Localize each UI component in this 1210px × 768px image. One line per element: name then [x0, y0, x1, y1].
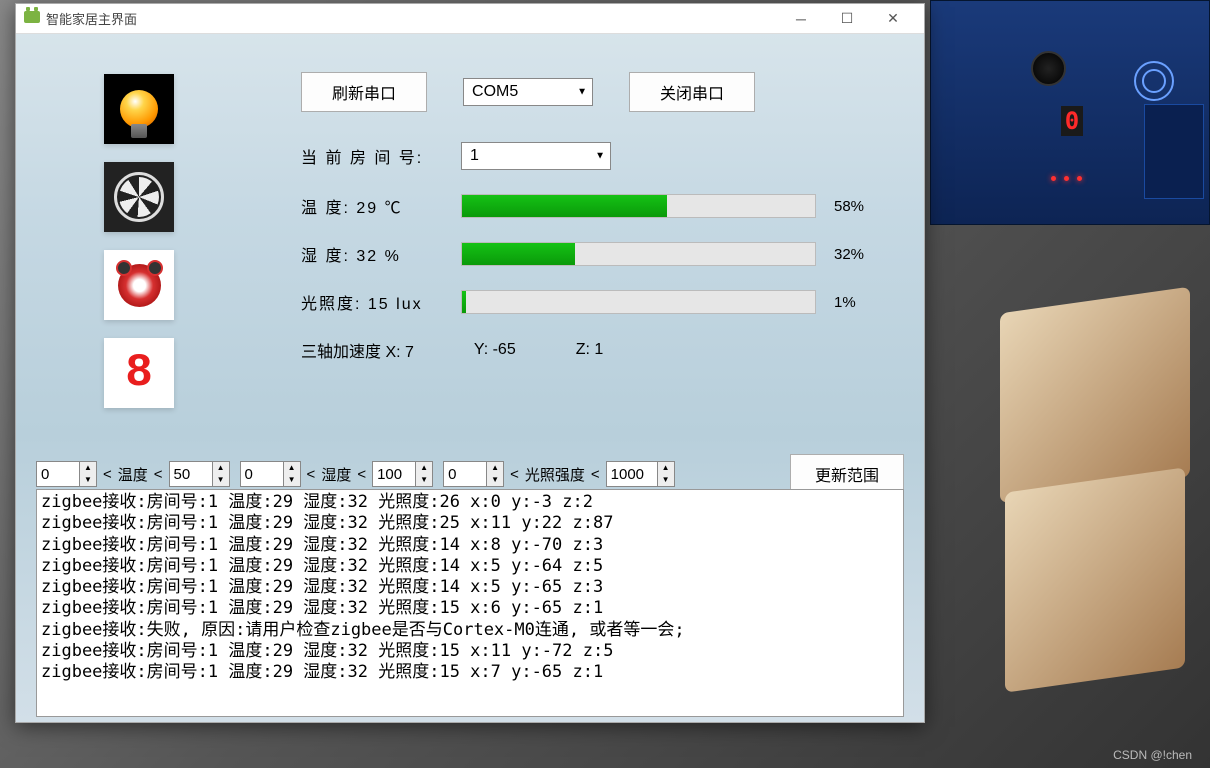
watermark: CSDN @!chen	[1113, 748, 1192, 762]
hum-range-label: 湿度	[321, 464, 351, 485]
temp-max-spinner[interactable]: ▲▼	[169, 461, 230, 487]
pcb-7seg-display: 0	[1061, 106, 1083, 136]
main-window: 智能家居主界面 ─ ☐ ✕ 8 刷新串口 COM5 ▼ 关闭串口 当 前 房	[15, 3, 925, 723]
spin-up-icon[interactable]: ▲	[80, 462, 96, 474]
pcb-nfc-icon	[1134, 61, 1174, 101]
window-title: 智能家居主界面	[46, 9, 778, 28]
close-button[interactable]: ✕	[870, 4, 916, 34]
accel-z-label: Z: 1	[576, 341, 604, 359]
lux-max-spinner[interactable]: ▲▼	[606, 461, 675, 487]
spin-down-icon[interactable]: ▼	[487, 474, 503, 486]
pcb-speaker-icon	[1031, 51, 1066, 86]
temp-range-label: 温度	[118, 464, 148, 485]
minimize-button[interactable]: ─	[778, 4, 824, 34]
digit-icon: 8	[125, 347, 153, 399]
lux-min-spinner[interactable]: ▲▼	[443, 461, 504, 487]
temperature-progress	[461, 194, 816, 218]
humidity-label: 湿 度: 32 %	[301, 242, 461, 266]
close-port-button[interactable]: 关闭串口	[629, 72, 755, 112]
lux-range-label: 光照强度	[525, 464, 585, 485]
spin-down-icon[interactable]: ▼	[284, 474, 300, 486]
light-device-button[interactable]	[104, 74, 174, 144]
app-icon	[24, 11, 40, 27]
spin-down-icon[interactable]: ▼	[416, 474, 432, 486]
spin-up-icon[interactable]: ▲	[487, 462, 503, 474]
lux-progress	[461, 290, 816, 314]
fan-device-button[interactable]	[104, 162, 174, 232]
room-select[interactable]: 1	[461, 142, 611, 170]
camera-feed-pcb: 0	[930, 0, 1210, 225]
pcb-module	[1144, 104, 1204, 199]
digit-device-button[interactable]: 8	[104, 338, 174, 408]
alarm-device-button[interactable]	[104, 250, 174, 320]
hum-max-spinner[interactable]: ▲▼	[372, 461, 433, 487]
accel-y-label: Y: -65	[474, 341, 516, 359]
pcb-status-leds	[1051, 176, 1082, 181]
port-select[interactable]: COM5	[463, 78, 593, 106]
range-controls: ▲▼ < 温度 < ▲▼ ▲▼ < 湿度 < ▲▼ ▲▼ < 光照强度 < ▲▼…	[36, 454, 904, 494]
update-range-button[interactable]: 更新范围	[790, 454, 904, 494]
spin-up-icon[interactable]: ▲	[416, 462, 432, 474]
temperature-percent: 58%	[834, 198, 864, 215]
fan-icon	[114, 172, 164, 222]
spin-down-icon[interactable]: ▼	[658, 474, 674, 486]
refresh-port-button[interactable]: 刷新串口	[301, 72, 427, 112]
spin-up-icon[interactable]: ▲	[213, 462, 229, 474]
humidity-progress	[461, 242, 816, 266]
hum-min-spinner[interactable]: ▲▼	[240, 461, 301, 487]
spin-down-icon[interactable]: ▼	[213, 474, 229, 486]
temp-min-spinner[interactable]: ▲▼	[36, 461, 97, 487]
spin-up-icon[interactable]: ▲	[284, 462, 300, 474]
alarm-icon	[112, 258, 167, 313]
lux-label: 光照度: 15 lux	[301, 290, 461, 314]
titlebar[interactable]: 智能家居主界面 ─ ☐ ✕	[16, 4, 924, 34]
log-output[interactable]: zigbee接收:房间号:1 温度:29 湿度:32 光照度:26 x:0 y:…	[36, 489, 904, 717]
lux-percent: 1%	[834, 294, 856, 311]
maximize-button[interactable]: ☐	[824, 4, 870, 34]
accel-x-label: 三轴加速度 X: 7	[301, 338, 414, 362]
room-label: 当 前 房 间 号:	[301, 144, 461, 168]
temperature-label: 温 度: 29 ℃	[301, 194, 461, 218]
spin-up-icon[interactable]: ▲	[658, 462, 674, 474]
bulb-icon	[120, 90, 158, 128]
humidity-percent: 32%	[834, 246, 864, 263]
spin-down-icon[interactable]: ▼	[80, 474, 96, 486]
